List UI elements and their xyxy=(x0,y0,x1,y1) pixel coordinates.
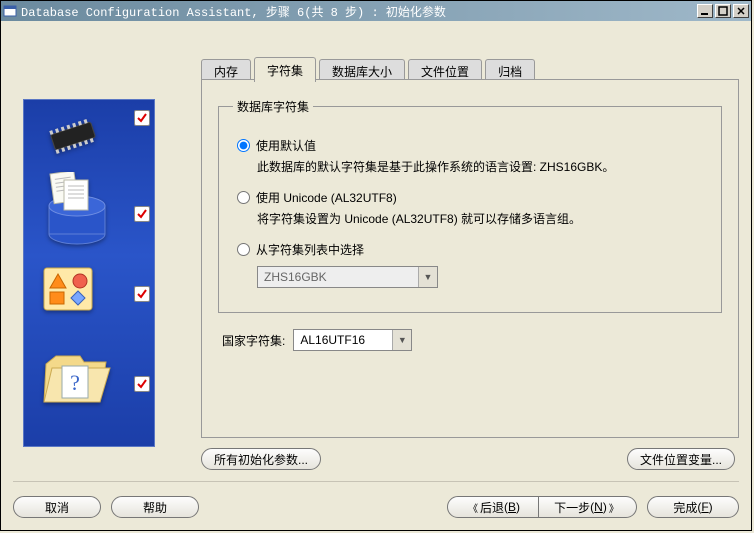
charset-panel: 数据库字符集 使用默认值 此数据库的默认字符集是基于此操作系统的语言设置: ZH… xyxy=(201,79,739,438)
close-button[interactable] xyxy=(733,4,749,18)
check-icon xyxy=(134,286,150,302)
radio-list-label: 从字符集列表中选择 xyxy=(256,241,364,258)
sidebar-step-3 xyxy=(24,286,154,302)
next-accel: N xyxy=(594,500,603,514)
chevron-down-icon: ▼ xyxy=(418,267,437,287)
maximize-button[interactable] xyxy=(715,4,731,18)
back-button[interactable]: 《 后退(B) xyxy=(447,496,539,518)
national-charset-row: 国家字符集: AL16UTF16 ▼ xyxy=(222,329,722,351)
titlebar: Database Configuration Assistant, 步骤 6(共… xyxy=(1,1,751,21)
radio-default-desc: 此数据库的默认字符集是基于此操作系统的语言设置: ZHS16GBK。 xyxy=(257,158,707,175)
db-charset-legend: 数据库字符集 xyxy=(233,98,313,115)
check-icon xyxy=(134,110,150,126)
back-accel: B xyxy=(508,500,516,514)
finish-button[interactable]: 完成(F) xyxy=(647,496,739,518)
chevron-left-icon: 《 xyxy=(466,500,480,515)
radio-unicode-input[interactable] xyxy=(237,191,250,204)
radio-unicode-desc: 将字符集设置为 Unicode (AL32UTF8) 就可以存储多语言组。 xyxy=(257,210,707,227)
finish-accel: F xyxy=(701,500,708,514)
chevron-down-icon: ▼ xyxy=(392,330,411,350)
chevron-right-icon: 》 xyxy=(607,500,621,515)
all-init-params-button[interactable]: 所有初始化参数... xyxy=(201,448,321,470)
radio-unicode-label: 使用 Unicode (AL32UTF8) xyxy=(256,189,397,206)
national-charset-label: 国家字符集: xyxy=(222,332,285,349)
radio-default-input[interactable] xyxy=(237,139,250,152)
charset-dropdown[interactable]: ZHS16GBK ▼ xyxy=(257,266,438,288)
help-button[interactable]: 帮助 xyxy=(111,496,199,518)
national-charset-value: AL16UTF16 xyxy=(294,333,392,347)
radio-unicode[interactable]: 使用 Unicode (AL32UTF8) xyxy=(237,189,703,206)
next-button[interactable]: 下一步(N) 》 xyxy=(539,496,637,518)
wizard-sidebar: ? xyxy=(23,99,155,447)
check-icon xyxy=(134,206,150,222)
sidebar-step-4 xyxy=(24,376,154,392)
wizard-nav: 取消 帮助 《 后退(B) 下一步(N) 》 完成(F) xyxy=(13,481,739,522)
window-title: Database Configuration Assistant, 步骤 6(共… xyxy=(21,3,695,20)
db-charset-group: 数据库字符集 使用默认值 此数据库的默认字符集是基于此操作系统的语言设置: ZH… xyxy=(218,98,722,313)
app-icon xyxy=(3,4,17,18)
file-location-vars-button[interactable]: 文件位置变量... xyxy=(627,448,735,470)
next-text: 下一步 xyxy=(554,499,590,516)
client-area: ? 内存 字符集 数据库大小 文件位置 归档 数据库字符集 使用默认值 xyxy=(1,21,751,530)
sidebar-step-1 xyxy=(24,110,154,126)
back-next-group: 《 后退(B) 下一步(N) 》 xyxy=(447,496,637,518)
charset-dropdown-value: ZHS16GBK xyxy=(258,270,418,284)
check-icon xyxy=(134,376,150,392)
tab-charset[interactable]: 字符集 xyxy=(254,57,316,82)
radio-default[interactable]: 使用默认值 xyxy=(237,137,703,154)
window-root: Database Configuration Assistant, 步骤 6(共… xyxy=(0,0,752,531)
sidebar-step-2 xyxy=(24,206,154,222)
finish-text: 完成 xyxy=(673,499,697,516)
window-buttons xyxy=(695,4,749,18)
radio-default-label: 使用默认值 xyxy=(256,137,316,154)
radio-list-input[interactable] xyxy=(237,243,250,256)
back-text: 后退 xyxy=(480,499,504,516)
cancel-button[interactable]: 取消 xyxy=(13,496,101,518)
radio-list[interactable]: 从字符集列表中选择 xyxy=(237,241,703,258)
minimize-button[interactable] xyxy=(697,4,713,18)
national-charset-dropdown[interactable]: AL16UTF16 ▼ xyxy=(293,329,412,351)
